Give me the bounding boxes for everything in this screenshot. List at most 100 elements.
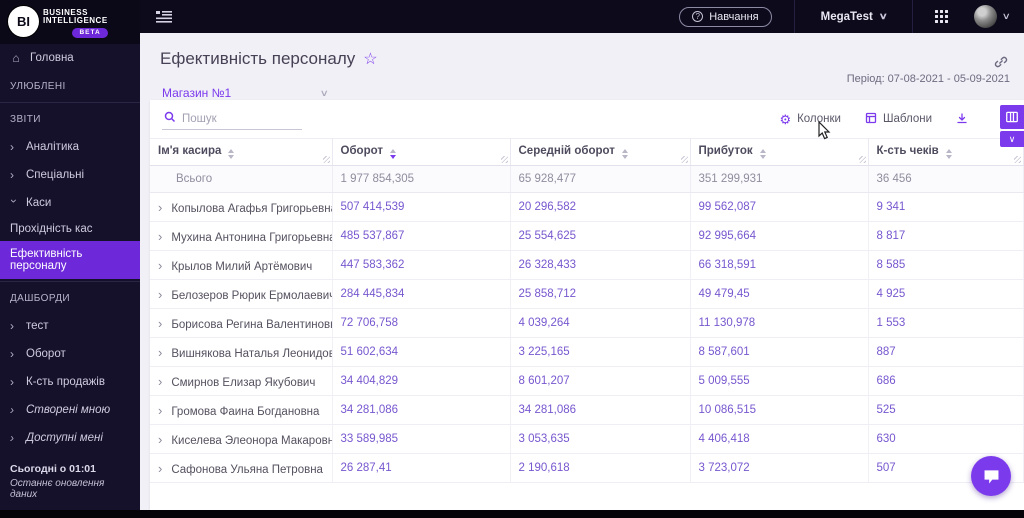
- expand-row-icon[interactable]: ›: [158, 403, 162, 418]
- sidebar-subitem-Ефективність персоналу[interactable]: Ефективність персоналу: [0, 241, 140, 279]
- value-cell: 26 328,433: [510, 250, 691, 280]
- totals-row: Всього 1 977 854,305 65 928,477 351 299,931…: [150, 165, 1024, 193]
- cashier-name-cell[interactable]: › Копылова Агафья Григорьевна: [150, 192, 333, 222]
- value-cell: 25 554,625: [510, 221, 691, 251]
- sidebar-item-Каси[interactable]: › Каси: [0, 189, 140, 217]
- training-button[interactable]: ? Навчання: [679, 6, 772, 27]
- cashier-name-cell[interactable]: › Смирнов Елизар Якубович: [150, 366, 333, 396]
- chat-button[interactable]: [971, 456, 1011, 496]
- table-row[interactable]: › Борисова Регина Валентиновна 72 706,758 4…: [150, 308, 1024, 338]
- column-header-label: К-сть чеків: [876, 145, 939, 157]
- sidebar-subitem-Прохідність кас[interactable]: Прохідність кас: [0, 217, 140, 241]
- sort-icon[interactable]: [228, 149, 235, 159]
- copy-link-icon[interactable]: [994, 55, 1008, 74]
- cashier-name-cell[interactable]: › Киселева Элеонора Макаровна: [150, 424, 333, 454]
- columns-button[interactable]: ⚙ Колонки: [779, 113, 841, 126]
- cashier-name: Борисова Регина Валентиновна: [171, 318, 332, 331]
- expand-row-icon[interactable]: ›: [158, 432, 162, 447]
- sidebar-item-label: Спеціальні: [26, 169, 85, 181]
- sidebar-divider: [0, 102, 140, 103]
- table-row[interactable]: › Громова Фаина Богдановна 34 281,086 34 28…: [150, 395, 1024, 425]
- column-header-label: Середній оборот: [518, 145, 615, 157]
- sort-icon[interactable]: [945, 149, 952, 159]
- sidebar-item-Аналітика[interactable]: › Аналітика: [0, 133, 140, 161]
- sidebar-item-label: Головна: [30, 52, 74, 64]
- table-row[interactable]: › Крылов Милий Артёмович 447 583,362 26 328…: [150, 250, 1024, 280]
- sidebar-item-Доступні мені[interactable]: › Доступні мені: [0, 424, 140, 452]
- value-cell: 507 414,539: [332, 192, 511, 222]
- home-icon: ⌂: [12, 51, 20, 65]
- column-resize-handle[interactable]: [680, 156, 688, 163]
- user-menu[interactable]: ∨: [970, 5, 1024, 28]
- column-header-3[interactable]: Середній оборот: [510, 138, 691, 166]
- table-row[interactable]: › Вишнякова Наталья Леонидовна 51 602,634 3…: [150, 337, 1024, 367]
- download-button[interactable]: [956, 112, 968, 127]
- expand-row-icon[interactable]: ›: [158, 374, 162, 389]
- value-cell: 72 706,758: [332, 308, 511, 338]
- column-resize-handle[interactable]: [858, 156, 866, 163]
- sort-icon[interactable]: [389, 149, 396, 159]
- table-row[interactable]: › Копылова Агафья Григорьевна 507 414,539 2…: [150, 192, 1024, 222]
- cashier-name: Вишнякова Наталья Леонидовна: [171, 347, 332, 360]
- collapse-panel-button[interactable]: ∨: [1000, 131, 1024, 147]
- expand-row-icon[interactable]: ›: [158, 316, 162, 331]
- expand-row-icon[interactable]: ›: [158, 345, 162, 360]
- cashier-name-cell[interactable]: › Громова Фаина Богдановна: [150, 395, 333, 425]
- cashier-name-cell[interactable]: › Белозеров Рюрик Ермолаевич: [150, 279, 333, 309]
- table-row[interactable]: › Сафонова Ульяна Петровна 26 287,41 2 190,…: [150, 453, 1024, 483]
- favorite-star-icon[interactable]: ☆: [363, 49, 377, 69]
- value-cell: 887: [868, 337, 1024, 367]
- cashier-name-cell[interactable]: › Вишнякова Наталья Леонидовна: [150, 337, 333, 367]
- templates-button[interactable]: Шаблони: [865, 112, 932, 126]
- sidebar-item-Створені мною[interactable]: › Створені мною: [0, 396, 140, 424]
- expand-row-icon[interactable]: ›: [158, 287, 162, 302]
- cashier-name: Мухина Антонина Григорьевна: [171, 231, 332, 244]
- sidebar-item-Спеціальні[interactable]: › Спеціальні: [0, 161, 140, 189]
- reports-section-header: ЗВІТИ: [10, 114, 41, 125]
- column-header-4[interactable]: Прибуток: [690, 138, 869, 166]
- value-cell: 25 858,712: [510, 279, 691, 309]
- search-box[interactable]: [162, 108, 302, 130]
- workspace-selector[interactable]: MegaTest ∨: [795, 11, 913, 23]
- sidebar-item-home[interactable]: ⌂ Головна: [0, 44, 140, 72]
- cashier-name-cell[interactable]: › Мухина Антонина Григорьевна: [150, 221, 333, 251]
- sort-icon[interactable]: [621, 149, 628, 159]
- value-cell: 4 039,264: [510, 308, 691, 338]
- app-logo[interactable]: BI BUSINESS INTELLIGENCE BETA: [0, 0, 140, 44]
- report-panel: ⚙ Колонки Шаблони: [150, 100, 1024, 510]
- expand-row-icon[interactable]: ›: [158, 229, 162, 244]
- column-resize-handle[interactable]: [1014, 156, 1021, 163]
- apps-grid-icon[interactable]: [913, 10, 970, 23]
- data-refresh-status: Сьогодні о 01:01 Останнє оновлення даних: [10, 463, 134, 500]
- sidebar-item-К-сть продажів[interactable]: › К-сть продажів: [0, 368, 140, 396]
- table-row[interactable]: › Киселева Элеонора Макаровна 33 589,985 3 …: [150, 424, 1024, 454]
- cashier-name-cell[interactable]: › Сафонова Ульяна Петровна: [150, 453, 333, 483]
- search-input[interactable]: [182, 112, 292, 125]
- table-row[interactable]: › Смирнов Елизар Якубович 34 404,829 8 601,…: [150, 366, 1024, 396]
- value-cell: 49 479,45: [690, 279, 869, 309]
- table-toolbar: ⚙ Колонки Шаблони: [150, 100, 1024, 138]
- sort-icon[interactable]: [759, 149, 766, 159]
- cashier-name-cell[interactable]: › Крылов Милий Артёмович: [150, 250, 333, 280]
- workspace-name: MegaTest: [820, 10, 873, 23]
- column-resize-handle[interactable]: [500, 156, 508, 163]
- sidebar-toggle-icon[interactable]: [156, 10, 172, 23]
- column-header-1[interactable]: Ім'я касира: [150, 138, 333, 166]
- expand-row-icon[interactable]: ›: [158, 461, 162, 476]
- expand-row-icon[interactable]: ›: [158, 200, 162, 215]
- value-cell: 284 445,834: [332, 279, 511, 309]
- table-row[interactable]: › Мухина Антонина Григорьевна 485 537,867 2…: [150, 221, 1024, 251]
- sidebar-item-тест[interactable]: › тест: [0, 312, 140, 340]
- cashier-name-cell[interactable]: › Борисова Регина Валентиновна: [150, 308, 333, 338]
- column-header-2[interactable]: Оборот: [332, 138, 511, 166]
- expand-row-icon[interactable]: ›: [158, 258, 162, 273]
- value-cell: 10 086,515: [690, 395, 869, 425]
- table-view-button[interactable]: [1000, 105, 1024, 129]
- table-row[interactable]: › Белозеров Рюрик Ермолаевич 284 445,834 25…: [150, 279, 1024, 309]
- sidebar-item-Оборот[interactable]: › Оборот: [0, 340, 140, 368]
- training-label: Навчання: [709, 10, 759, 23]
- sidebar: BI BUSINESS INTELLIGENCE BETA ⌂ Головна …: [0, 0, 140, 510]
- column-resize-handle[interactable]: [322, 156, 330, 163]
- sidebar-divider: [0, 281, 140, 282]
- totals-value: 36 456: [868, 165, 1024, 193]
